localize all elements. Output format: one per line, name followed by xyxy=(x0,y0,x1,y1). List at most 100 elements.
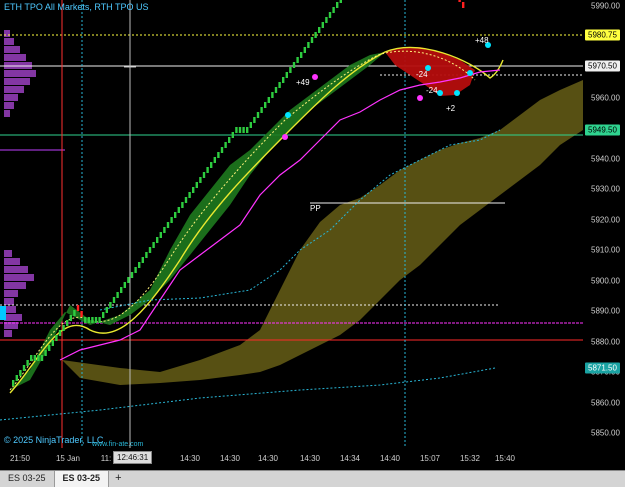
profile-bar xyxy=(4,86,24,93)
chart-panel[interactable]: ETH TPO All Markets, RTH TPO US © 2025 N… xyxy=(0,0,583,448)
time-axis[interactable]: 21:50 15 Jan 11: 14:30 14:30 14:30 14:30 14:34 1… xyxy=(0,448,583,470)
bull-brick xyxy=(109,302,112,308)
bull-brick xyxy=(102,312,105,318)
bull-brick xyxy=(22,365,26,371)
bull-brick xyxy=(296,57,299,63)
signal-dot xyxy=(312,74,318,80)
bull-brick xyxy=(217,152,220,158)
profile-bar xyxy=(4,290,18,297)
instrument-label: ETH TPO All Markets, RTH TPO US xyxy=(4,2,149,12)
bull-brick xyxy=(206,167,209,173)
bull-brick xyxy=(307,42,310,48)
profile-bar xyxy=(4,70,36,77)
bull-brick xyxy=(84,317,87,323)
pp-label: PP xyxy=(310,204,321,213)
trade-label-plus2: +2 xyxy=(446,104,456,113)
bull-brick xyxy=(30,355,33,361)
bull-brick xyxy=(188,192,191,198)
bull-brick xyxy=(170,217,173,223)
bull-brick xyxy=(94,317,98,323)
profile-poc xyxy=(0,306,6,320)
price-flag-green: 5949.50 xyxy=(585,124,620,136)
bull-brick xyxy=(166,222,170,228)
bull-brick xyxy=(37,355,40,361)
bull-brick xyxy=(336,2,339,8)
bull-brick xyxy=(120,287,123,293)
bull-brick xyxy=(184,197,188,203)
bull-brick xyxy=(285,72,288,78)
bull-brick xyxy=(238,127,242,133)
bull-brick xyxy=(210,162,213,168)
bull-brick xyxy=(12,380,15,386)
bull-brick xyxy=(202,172,206,178)
bear-brick xyxy=(80,311,83,317)
bull-brick xyxy=(332,7,335,13)
bull-brick xyxy=(303,47,306,53)
tab-es-03-25-first[interactable]: ES 03-25 xyxy=(0,471,55,487)
price-tick-label: 5910.00 xyxy=(591,245,620,255)
profile-bar xyxy=(4,330,12,337)
bull-brick xyxy=(87,317,90,323)
profile-bar xyxy=(4,250,12,257)
profile-bar xyxy=(4,102,14,109)
bull-brick xyxy=(138,262,141,268)
trade-label-minus24b: -24 xyxy=(426,86,438,95)
price-tick-label: 5900.00 xyxy=(591,276,620,285)
tab-es-03-25-active[interactable]: ES 03-25 xyxy=(54,471,110,487)
bull-brick xyxy=(224,142,227,148)
bull-brick xyxy=(318,27,321,33)
bull-brick xyxy=(112,297,116,303)
bull-brick xyxy=(213,157,216,163)
bull-brick xyxy=(33,355,36,361)
add-tab-button[interactable]: + xyxy=(109,471,127,487)
bull-brick xyxy=(51,340,54,346)
bull-brick xyxy=(174,212,177,218)
cyan-dotted-line-2 xyxy=(0,367,496,421)
trade-label-plus49: +49 xyxy=(296,78,310,87)
copyright-text: © 2025 NinjaTrader, LLC xyxy=(4,435,104,445)
price-tick-label: 5880.00 xyxy=(591,337,620,346)
signal-dot xyxy=(454,90,460,96)
price-tick-label: 5930.00 xyxy=(591,184,620,194)
price-flag-cyan: 5871.50 xyxy=(585,362,620,374)
time-tick-label: 15:32 xyxy=(459,454,481,463)
bear-brick xyxy=(76,305,80,311)
profile-bar xyxy=(4,78,30,85)
bull-brick xyxy=(300,52,303,58)
bull-brick xyxy=(148,247,152,253)
price-axis[interactable]: 5990.005980.005970.005960.005950.005940.… xyxy=(583,0,625,448)
bull-brick xyxy=(249,122,252,128)
bull-brick xyxy=(156,237,159,243)
time-tick-label: 14:40 xyxy=(379,454,401,463)
instrument-tab-bar: ES 03-25 ES 03-25 + xyxy=(0,470,625,487)
bull-brick xyxy=(246,127,249,133)
bear-brick xyxy=(458,0,461,2)
bull-brick xyxy=(260,107,263,113)
bull-brick xyxy=(44,350,47,356)
bull-brick xyxy=(267,97,270,103)
price-tick-label: 5940.00 xyxy=(591,154,620,163)
bull-brick xyxy=(19,370,22,376)
price-tick-label: 5860.00 xyxy=(591,398,620,407)
bull-brick xyxy=(66,320,69,326)
bull-brick xyxy=(256,112,260,118)
bull-brick xyxy=(58,330,62,336)
bull-brick xyxy=(195,182,198,188)
profile-bar xyxy=(4,110,10,117)
trade-label-plus48: +48 xyxy=(475,36,489,45)
signal-dot xyxy=(467,70,473,76)
footer-url: www.fin-ate.com xyxy=(92,441,144,448)
time-tick-label: 15 Jan xyxy=(55,454,81,463)
bull-brick xyxy=(192,187,195,193)
bull-brick xyxy=(328,12,332,18)
bull-brick xyxy=(289,67,292,73)
bull-brick xyxy=(130,272,134,278)
bull-brick xyxy=(145,252,148,258)
price-chart[interactable] xyxy=(0,0,583,448)
profile-bar xyxy=(4,274,34,281)
crosshair-time-label: 12:46:31 xyxy=(113,451,153,464)
bull-brick xyxy=(271,92,274,98)
price-tick-label: 5890.00 xyxy=(591,306,620,316)
bull-brick xyxy=(55,335,58,341)
bull-brick xyxy=(181,202,184,208)
